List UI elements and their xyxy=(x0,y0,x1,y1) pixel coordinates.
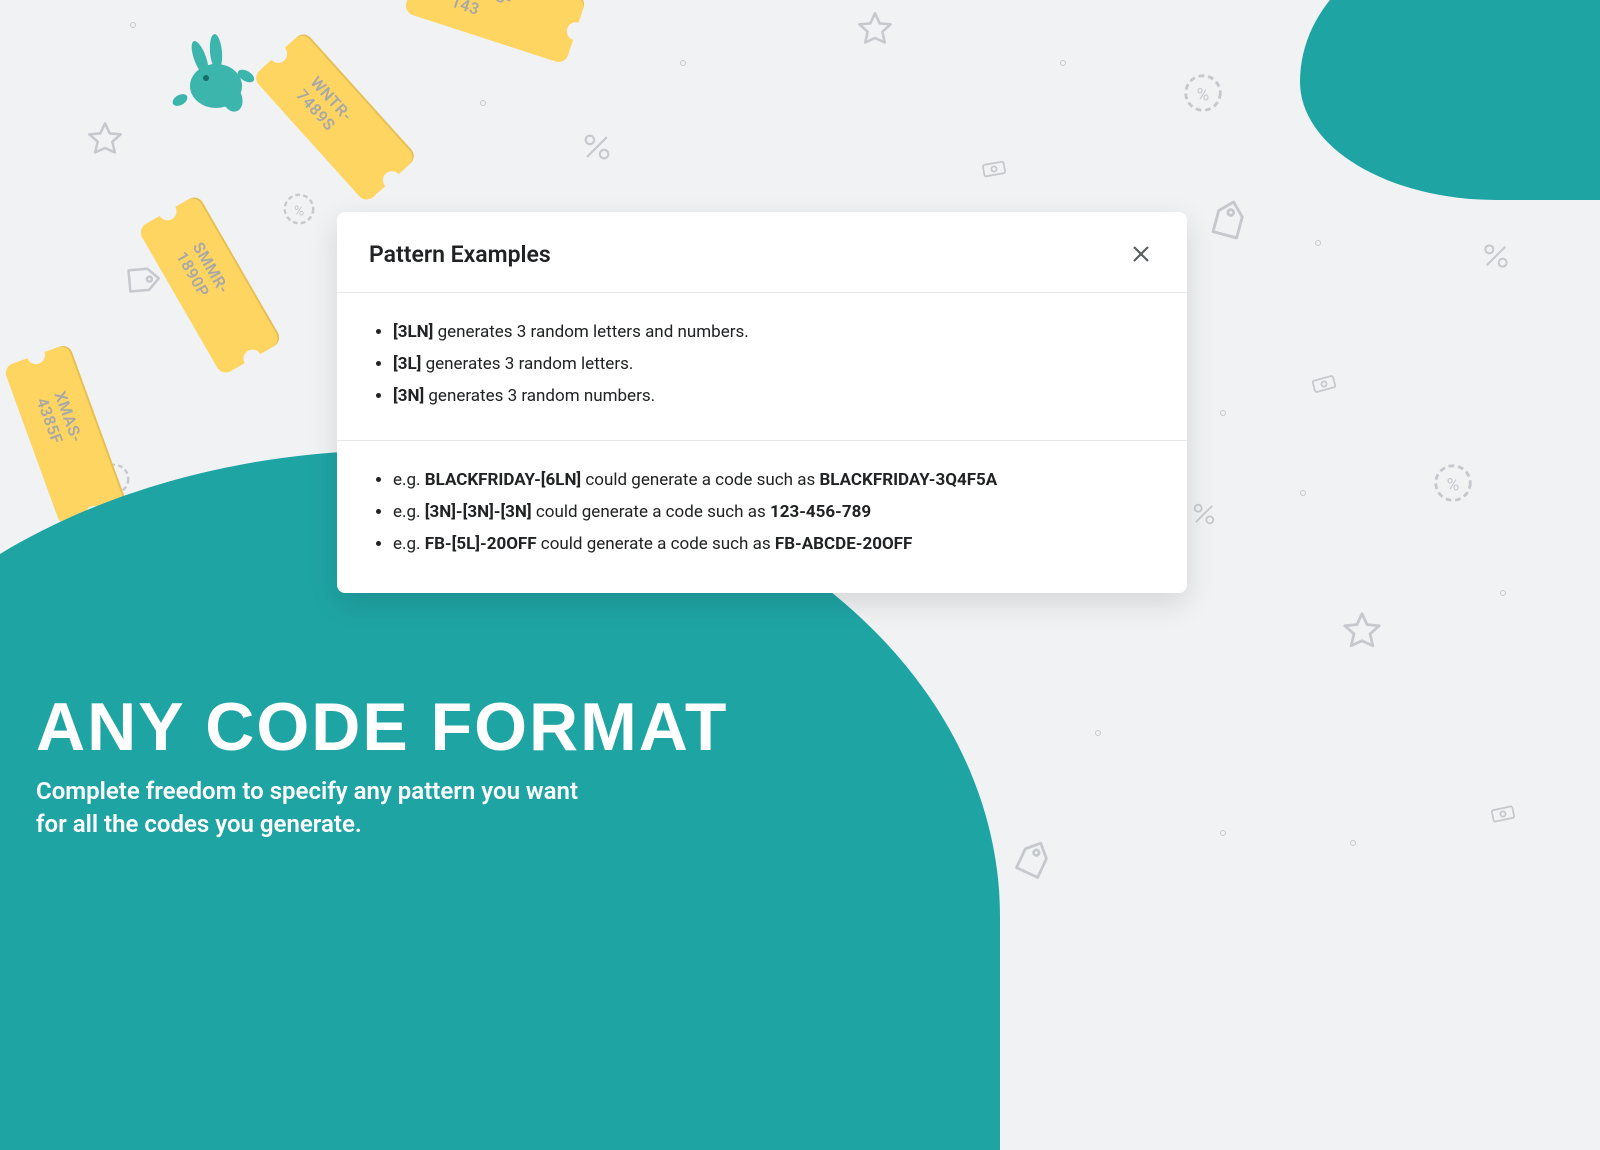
dot-icon xyxy=(1220,830,1226,836)
star-icon xyxy=(1340,610,1384,654)
percent-badge-icon xyxy=(1430,460,1476,506)
percent-badge-icon xyxy=(1180,70,1226,116)
dot-icon xyxy=(1300,490,1306,496)
hero-title: ANY CODE FORMAT xyxy=(36,692,728,763)
ticket-code: WNTR-7489S xyxy=(292,73,377,162)
example-item: e.g. [3N]-[3N]-[3N] could generate a cod… xyxy=(393,501,1147,525)
pattern-examples-section: e.g. BLACKFRIDAY-[6LN] could generate a … xyxy=(337,441,1187,592)
dot-icon xyxy=(1500,590,1506,596)
tag-icon xyxy=(1197,192,1260,255)
percent-icon xyxy=(1190,500,1218,528)
rabbit-mascot-icon xyxy=(160,30,260,130)
pattern-item: [3L] generates 3 random letters. xyxy=(393,353,1147,377)
dot-icon xyxy=(1095,730,1101,736)
pattern-examples-card: Pattern Examples [3LN] generates 3 rando… xyxy=(337,212,1187,593)
ticket-code: VLTNS-143 xyxy=(449,0,542,36)
percent-badge-icon xyxy=(280,190,318,228)
ticket-code: XMAS-4385F xyxy=(33,389,98,482)
ticket: VLTNS-143 xyxy=(403,0,586,65)
card-header: Pattern Examples xyxy=(337,212,1187,293)
ticket: WNTR-7489S xyxy=(252,30,418,203)
percent-icon xyxy=(580,130,614,164)
pattern-item: [3N] generates 3 random numbers. xyxy=(393,385,1147,409)
hero-subtitle: Complete freedom to specify any pattern … xyxy=(36,775,728,840)
tag-icon xyxy=(1004,834,1060,890)
dot-icon xyxy=(1350,840,1356,846)
card-title: Pattern Examples xyxy=(369,241,551,268)
ticket-code: SMMR-1890P xyxy=(172,239,247,332)
close-icon xyxy=(1130,243,1152,265)
star-icon xyxy=(855,10,895,50)
dot-icon xyxy=(1315,240,1321,246)
ticket: XMAS-4385F xyxy=(3,343,127,527)
example-item: e.g. FB-[5L]-20OFF could generate a code… xyxy=(393,533,1147,557)
example-item: e.g. BLACKFRIDAY-[6LN] could generate a … xyxy=(393,469,1147,493)
percent-icon xyxy=(1480,240,1512,272)
close-button[interactable] xyxy=(1127,240,1155,268)
dot-icon xyxy=(1220,410,1226,416)
star-icon xyxy=(85,120,125,160)
dot-icon xyxy=(1060,60,1066,66)
money-icon xyxy=(1478,796,1529,833)
dot-icon xyxy=(680,60,686,66)
pattern-item: [3LN] generates 3 random letters and num… xyxy=(393,321,1147,345)
money-icon xyxy=(968,151,1020,187)
dot-icon xyxy=(480,100,486,106)
background-blob-top-right xyxy=(1300,0,1600,200)
dot-icon xyxy=(130,22,136,28)
pattern-tokens-section: [3LN] generates 3 random letters and num… xyxy=(337,293,1187,441)
money-icon xyxy=(1297,364,1351,403)
hero-text: ANY CODE FORMAT Complete freedom to spec… xyxy=(36,692,728,840)
